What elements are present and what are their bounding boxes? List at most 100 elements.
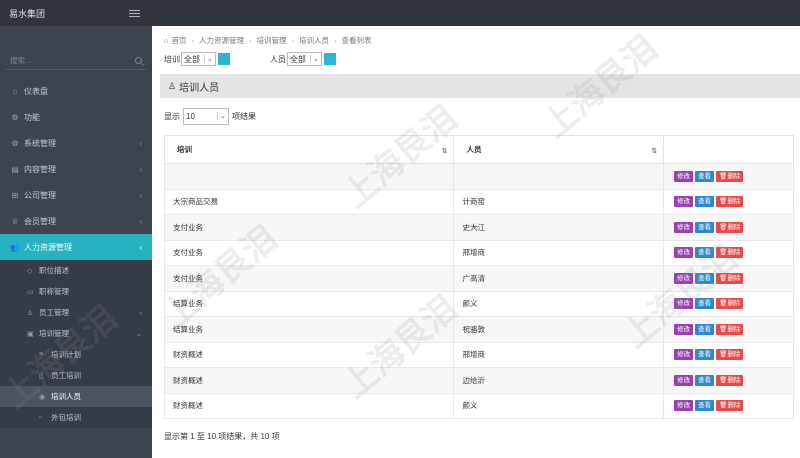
sidebar-item-title[interactable]: ▭ 职称管理 [0, 281, 152, 302]
sidebar-item-label: 公司管理 [24, 190, 56, 200]
delete-button[interactable]: 🗑删除 [716, 400, 744, 412]
sidebar-item-label: 职称管理 [39, 287, 69, 296]
view-button[interactable]: 查看 [695, 298, 715, 310]
list-icon: ▤ [11, 164, 19, 174]
delete-button[interactable]: 🗑删除 [716, 247, 744, 259]
sidebar-item-function[interactable]: ⚙ 功能 [0, 104, 152, 130]
person-filter-value: 全部 [289, 54, 306, 64]
column-header-person[interactable]: 人员 ⇅ [453, 135, 665, 164]
delete-button[interactable]: 🗑删除 [716, 349, 744, 361]
cell-training: 结算业务 [163, 316, 455, 343]
view-button[interactable]: 查看 [695, 349, 715, 361]
sidebar-item-outsourced-training[interactable]: ▫ 外包培训 [0, 407, 152, 428]
edit-button[interactable]: 修改 [674, 298, 694, 310]
delete-label: 删除 [727, 300, 741, 308]
delete-button[interactable]: 🗑删除 [716, 298, 744, 310]
sidebar: 易水集团 搜索... ⌂ 仪表盘 ⚙ 功能 ⚙ 系统管理 ‹ ▤ 内容管理 ‹ ⊞ 公司管理 ‹… [0, 0, 152, 458]
view-button[interactable]: 查看 [695, 323, 715, 335]
cell-actions: 修改 查看 🗑删除 [663, 316, 794, 343]
breadcrumb-separator: › [291, 35, 295, 45]
edit-button[interactable]: 修改 [674, 349, 694, 361]
edit-button[interactable]: 修改 [674, 272, 694, 284]
edit-button[interactable]: 修改 [674, 221, 694, 233]
breadcrumb-item[interactable]: 人力资源管理 [199, 35, 244, 46]
cell-person: 广高清 [453, 265, 665, 292]
edit-button[interactable]: 修改 [674, 374, 694, 386]
view-button[interactable]: 查看 [695, 196, 715, 208]
menu-toggle-icon[interactable] [129, 9, 140, 17]
sidebar-item-hr[interactable]: 👥 人力资源管理 ‹ [0, 234, 152, 260]
sidebar-item-employee[interactable]: ♙ 员工管理 ‹ [0, 302, 152, 323]
column-header-training[interactable]: 培训 ⇅ [163, 135, 455, 164]
users-icon: 👥 [10, 242, 20, 252]
sidebar-item-label: 职位描述 [39, 266, 69, 275]
delete-button[interactable]: 🗑删除 [716, 272, 744, 284]
sidebar-item-member[interactable]: ♕ 会员管理 ‹ [0, 208, 152, 234]
delete-button[interactable]: 🗑删除 [716, 196, 744, 208]
edit-button[interactable]: 修改 [674, 323, 694, 335]
delete-button[interactable]: 🗑删除 [716, 374, 744, 386]
file-icon: ▫ [39, 414, 42, 421]
sidebar-item-employee-training[interactable]: ▯ 员工培训 [0, 365, 152, 386]
edit-button[interactable]: 修改 [674, 196, 694, 208]
delete-label: 删除 [727, 351, 741, 359]
delete-label: 删除 [727, 198, 741, 206]
sidebar-item-training-people[interactable]: ◉ 培训人员 [0, 386, 152, 407]
view-button[interactable]: 查看 [695, 221, 715, 233]
filter-bar: 培训 全部 ⌄ 人员 全部 ⌄ [164, 50, 800, 68]
view-button[interactable]: 查看 [695, 400, 715, 412]
sidebar-item-label: 功能 [24, 112, 40, 122]
training-filter-button[interactable] [217, 53, 230, 65]
table-row: 大宗商品交易 计商窑 修改 查看 🗑删除 [163, 188, 794, 215]
view-button[interactable]: 查看 [695, 247, 715, 259]
chevron-left-icon: ‹ [139, 138, 142, 148]
sidebar-search[interactable]: 搜索... [6, 52, 146, 70]
breadcrumb-item[interactable]: 培训管理 [257, 35, 287, 46]
user-icon: ♙ [27, 309, 34, 317]
view-button[interactable]: 查看 [695, 272, 715, 284]
cell-training: 财资概述 [163, 392, 455, 419]
id-card-icon: ▭ [27, 288, 34, 296]
sidebar-item-system[interactable]: ⚙ 系统管理 ‹ [0, 130, 152, 156]
cell-training: 支付业务 [163, 239, 455, 266]
edit-button[interactable]: 修改 [674, 400, 694, 412]
sidebar-item-label: 员工培训 [51, 371, 81, 380]
sort-icon[interactable]: ⇅ [651, 147, 657, 155]
cell-training: 结算业务 [163, 290, 455, 317]
search-icon[interactable] [135, 57, 142, 64]
sidebar-search-input[interactable]: 搜索... [10, 55, 31, 66]
cell-actions: 修改 查看 🗑删除 [663, 188, 794, 215]
sidebar-item-company[interactable]: ⊞ 公司管理 ‹ [0, 182, 152, 208]
sidebar-item-training-plan[interactable]: ≡ 培训计划 [0, 344, 152, 365]
page-length-control: 显示 10 ⌄ 项结果 [164, 104, 800, 128]
breadcrumb-item[interactable]: 培训人员 [299, 35, 329, 46]
training-filter-select[interactable]: 全部 ⌄ [181, 52, 216, 66]
sidebar-item-position[interactable]: ◇ 职位描述 [0, 260, 152, 281]
chevron-left-icon: ‹ [139, 190, 142, 200]
page-length-select[interactable]: 10 ⌄ [183, 107, 229, 125]
delete-label: 删除 [727, 325, 741, 333]
sidebar-item-content[interactable]: ▤ 内容管理 ‹ [0, 156, 152, 182]
training-filter-label: 培训 [164, 54, 180, 64]
sidebar-item-label: 培训管理 [39, 329, 69, 338]
table-info: 显示第 1 至 10 项结果，共 10 项 [164, 432, 280, 441]
delete-button[interactable]: 🗑删除 [716, 170, 744, 182]
hr-submenu: ◇ 职位描述 ▭ 职称管理 ♙ 员工管理 ‹ ▣ 培训管理 ⌄ ≡ 培训计划 ▯ 员工培训 ◉ 培… [0, 260, 152, 428]
edit-button[interactable]: 修改 [674, 170, 694, 182]
person-filter-select[interactable]: 全部 ⌄ [286, 52, 322, 66]
sort-icon[interactable]: ⇅ [442, 147, 448, 155]
view-button[interactable]: 查看 [695, 170, 715, 182]
edit-button[interactable]: 修改 [674, 247, 694, 259]
delete-button[interactable]: 🗑删除 [716, 221, 744, 233]
delete-button[interactable]: 🗑删除 [716, 323, 744, 335]
sidebar-item-label: 外包培训 [51, 413, 81, 422]
breadcrumb-item[interactable]: 首页 [172, 35, 187, 46]
sidebar-item-dashboard[interactable]: ⌂ 仪表盘 [0, 78, 152, 104]
cell-person: 计商窑 [453, 188, 665, 215]
cell-training: 财资概述 [163, 367, 455, 394]
view-button[interactable]: 查看 [695, 374, 715, 386]
sidebar-item-training[interactable]: ▣ 培训管理 ⌄ [0, 323, 152, 344]
person-filter-button[interactable] [323, 53, 336, 65]
table-row: 修改 查看 🗑删除 [163, 163, 794, 190]
user-icon: ♙ [168, 80, 177, 91]
